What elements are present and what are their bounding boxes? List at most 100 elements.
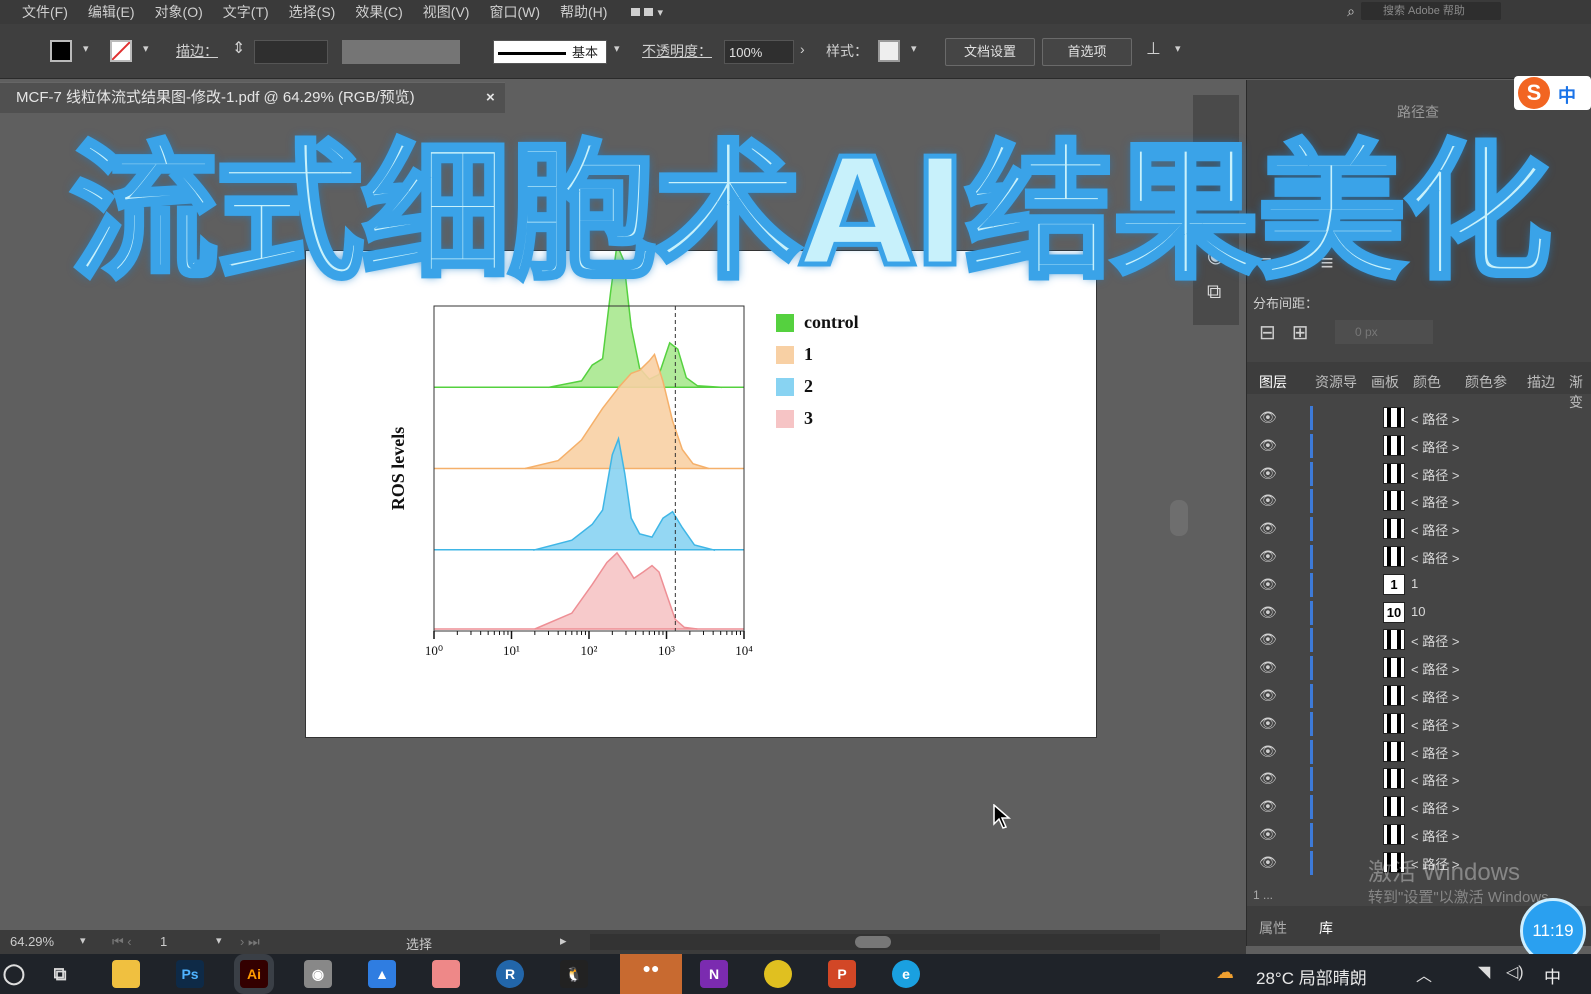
chevron-down-icon[interactable]: ▾ — [911, 42, 917, 55]
task-view-icon[interactable]: ⧉ — [46, 960, 74, 988]
variable-width-field[interactable] — [342, 40, 460, 64]
layer-row[interactable]: 👁 < 路径 > — [1247, 710, 1591, 737]
eye-icon[interactable]: 👁 — [1259, 520, 1277, 537]
chevron-down-icon[interactable]: ▾ — [80, 934, 86, 947]
search-icon[interactable]: ◯ — [0, 960, 28, 988]
distribute-buttons[interactable]: ⊟⊞ — [1259, 320, 1325, 345]
graphic-style-swatch[interactable] — [878, 40, 900, 62]
menu-edit[interactable]: 编辑(E) — [78, 2, 145, 22]
artboard-nav-prev-icon[interactable]: ⏮ ‹ — [112, 934, 132, 950]
layer-row[interactable]: 👁 1 1 — [1247, 571, 1591, 598]
wechat-icon[interactable]: ●● — [620, 954, 682, 994]
tab-color[interactable]: 颜色 — [1413, 372, 1441, 392]
artboard[interactable]: 10⁰ 10¹ 10² 10³ 10⁴ control 1 2 3 ROS levels — [305, 250, 1097, 738]
opacity-field[interactable]: 100% — [724, 40, 794, 64]
horizontal-scrollbar[interactable] — [590, 934, 1160, 950]
fill-swatch[interactable] — [50, 40, 72, 62]
help-search-input[interactable]: 搜索 Adobe 帮助 — [1361, 2, 1501, 20]
eye-icon[interactable]: 👁 — [1259, 770, 1277, 787]
network-icon[interactable]: ◥ — [1478, 962, 1490, 982]
chevron-down-icon[interactable]: ▾ — [216, 934, 222, 947]
eye-icon[interactable]: 👁 — [1259, 576, 1277, 593]
artboard-nav-next-icon[interactable]: › ⏭ — [240, 934, 260, 950]
tray-chevron-icon[interactable]: ︿ — [1416, 962, 1432, 986]
align-tool-icon[interactable]: ⊥ — [1146, 39, 1161, 59]
eye-icon[interactable]: 👁 — [1259, 715, 1277, 732]
layer-row[interactable]: 👁 < 路径 > — [1247, 738, 1591, 765]
document-setup-button[interactable]: 文档设置 — [945, 38, 1035, 66]
chevron-down-icon[interactable]: ▾ — [614, 42, 620, 55]
layer-row[interactable]: 👁 10 10 — [1247, 599, 1591, 626]
layer-row[interactable]: 👁 < 路径 > — [1247, 460, 1591, 487]
eye-icon[interactable]: 👁 — [1259, 687, 1277, 704]
onenote-icon[interactable]: N — [700, 960, 728, 988]
stroke-swatch[interactable] — [110, 40, 132, 62]
layer-row[interactable]: 👁 < 路径 > — [1247, 765, 1591, 792]
layer-row[interactable]: 👁 < 路径 > — [1247, 626, 1591, 653]
layer-row[interactable]: 👁 < 路径 > — [1247, 793, 1591, 820]
eye-icon[interactable]: 👁 — [1259, 492, 1277, 509]
scroll-thumb[interactable] — [855, 936, 891, 948]
vertical-scroll-thumb[interactable] — [1170, 500, 1188, 536]
layer-row[interactable]: 👁 < 路径 > — [1247, 432, 1591, 459]
eye-icon[interactable]: 👁 — [1259, 826, 1277, 843]
zoom-level[interactable]: 64.29% — [10, 934, 54, 949]
tab-layers[interactable]: 图层 — [1259, 372, 1287, 392]
photoshop-icon[interactable]: Ps — [176, 960, 204, 988]
workspace-switcher-icon[interactable]: ▾ — [631, 6, 663, 19]
layer-row[interactable]: 👁 < 路径 > — [1247, 515, 1591, 542]
menu-help[interactable]: 帮助(H) — [550, 2, 617, 22]
volume-icon[interactable]: ◁) — [1506, 962, 1524, 982]
tab-stroke[interactable]: 描边 — [1527, 372, 1555, 392]
ime-indicator[interactable]: 中 — [1544, 963, 1561, 988]
layer-row[interactable]: 👁 < 路径 > — [1247, 654, 1591, 681]
eye-icon[interactable]: 👁 — [1259, 604, 1277, 621]
file-explorer-icon[interactable] — [112, 960, 140, 988]
eye-icon[interactable]: 👁 — [1259, 465, 1277, 482]
eye-icon[interactable]: 👁 — [1259, 743, 1277, 760]
stroke-weight-field[interactable] — [254, 40, 328, 64]
menu-view[interactable]: 视图(V) — [413, 2, 480, 22]
spacing-field[interactable]: 0 px — [1335, 320, 1433, 344]
chevron-down-icon[interactable]: ▾ — [83, 42, 89, 55]
menu-select[interactable]: 选择(S) — [279, 2, 346, 22]
menu-object[interactable]: 对象(O) — [145, 2, 213, 22]
stroke-weight-stepper[interactable]: ⇕ — [232, 38, 245, 58]
eye-icon[interactable]: 👁 — [1259, 854, 1277, 871]
layer-row[interactable]: 👁 < 路径 > — [1247, 404, 1591, 431]
weather-text[interactable]: 28°C 局部晴朗 — [1256, 964, 1367, 989]
layer-row[interactable]: 👁 < 路径 > — [1247, 821, 1591, 848]
tab-artboards[interactable]: 画板 — [1371, 372, 1399, 392]
layer-row[interactable]: 👁 < 路径 > — [1247, 487, 1591, 514]
artboard-number[interactable]: 1 — [160, 934, 167, 949]
play-icon[interactable]: ▸ — [560, 933, 567, 949]
layer-row[interactable]: 👁 < 路径 > — [1247, 682, 1591, 709]
brush-definition-dropdown[interactable]: 基本 — [493, 40, 607, 64]
menu-effect[interactable]: 效果(C) — [345, 2, 412, 22]
qq-icon[interactable]: 🐧 — [560, 960, 588, 988]
preferences-button[interactable]: 首选项 — [1042, 38, 1132, 66]
edge-icon[interactable]: e — [892, 960, 920, 988]
eye-icon[interactable]: 👁 — [1259, 409, 1277, 426]
r-app-icon[interactable]: R — [496, 960, 524, 988]
drive-app-icon[interactable]: ▲ — [368, 960, 396, 988]
eye-icon[interactable]: 👁 — [1259, 631, 1277, 648]
menu-window[interactable]: 窗口(W) — [479, 2, 550, 22]
eye-icon[interactable]: 👁 — [1259, 798, 1277, 815]
eye-icon[interactable]: 👁 — [1259, 437, 1277, 454]
menu-type[interactable]: 文字(T) — [213, 2, 279, 22]
eye-icon[interactable]: 👁 — [1259, 659, 1277, 676]
powerpoint-icon[interactable]: P — [828, 960, 856, 988]
chevron-right-icon[interactable]: › — [800, 41, 805, 57]
camera-app-icon[interactable]: ◉ — [304, 960, 332, 988]
app-icon[interactable] — [764, 960, 792, 988]
layer-row[interactable]: 👁 < 路径 > — [1247, 543, 1591, 570]
chevron-down-icon[interactable]: ▾ — [143, 42, 149, 55]
tab-libraries[interactable]: 库 — [1319, 918, 1333, 938]
chevron-down-icon[interactable]: ▾ — [1175, 42, 1181, 55]
illustrator-icon[interactable]: Ai — [240, 960, 268, 988]
tab-color-guide[interactable]: 颜色参 — [1465, 372, 1507, 392]
app-icon[interactable] — [432, 960, 460, 988]
tab-properties[interactable]: 属性 — [1259, 918, 1287, 938]
menu-file[interactable]: 文件(F) — [0, 2, 78, 22]
